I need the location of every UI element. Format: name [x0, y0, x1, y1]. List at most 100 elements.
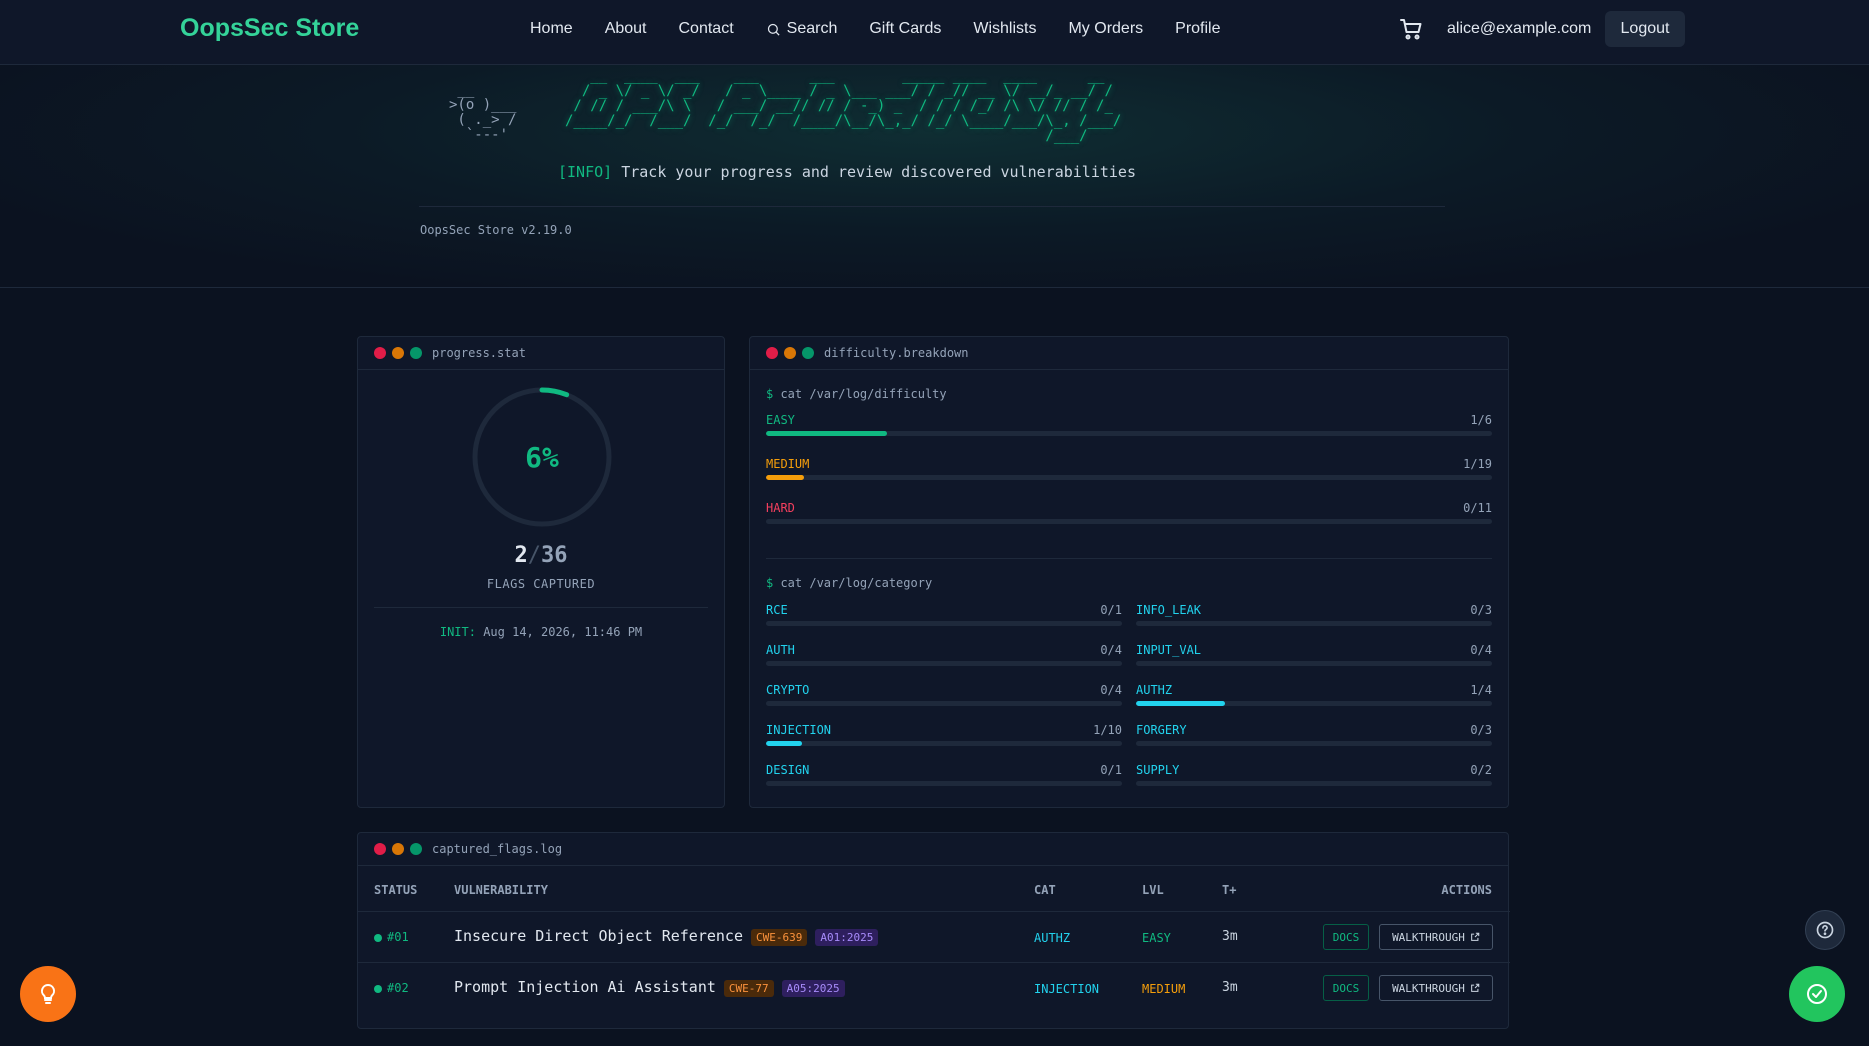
brand-logo[interactable]: OopsSec Store [180, 14, 359, 43]
category-value: 0/4 [1470, 643, 1492, 657]
duck-ascii-art: __ >(o )___ ( ._> / `---' [449, 82, 517, 143]
vulnerability-name[interactable]: Prompt Injection Ai Assistant [454, 978, 716, 996]
panel-header: progress.stat [358, 337, 724, 370]
difficulty-fill [766, 475, 805, 480]
flags-count: 2/36 [358, 543, 724, 568]
nav-search[interactable]: Search [766, 20, 838, 38]
flag-time: 3m [1222, 980, 1238, 995]
ascii-title-art: __ ____ ___ ___ ___ _____ ____ ____ __ /… [565, 68, 1122, 144]
panel-title: progress.stat [432, 346, 526, 360]
panel-header: captured_flags.log [358, 833, 1508, 866]
category-value: 1/10 [1093, 723, 1122, 737]
progress-divider [374, 607, 708, 608]
window-dot-green [410, 843, 422, 855]
category-value: 0/3 [1470, 603, 1492, 617]
lightbulb-icon [40, 983, 56, 1004]
panel-title: captured_flags.log [432, 842, 563, 856]
category-label: AUTH [766, 643, 795, 657]
category-row: AUTHZ 1/4 [1136, 683, 1492, 707]
nav-profile[interactable]: Profile [1175, 20, 1220, 38]
category-fill [1136, 701, 1225, 706]
cmd-difficulty: $ cat /var/log/difficulty [766, 387, 947, 401]
nav-about[interactable]: About [605, 20, 647, 38]
cart-icon[interactable] [1399, 17, 1423, 41]
docs-button[interactable]: DOCS [1323, 924, 1369, 950]
col-status: STATUS [374, 883, 418, 897]
window-dot-yellow [784, 347, 796, 359]
difficulty-value: 0/11 [1463, 501, 1492, 515]
category-row: DESIGN 0/1 [766, 763, 1122, 787]
verify-button[interactable] [1789, 966, 1845, 1022]
flag-level: MEDIUM [1142, 982, 1186, 996]
category-track [766, 781, 1122, 786]
status-dot [374, 984, 382, 993]
window-dot-red [766, 347, 778, 359]
category-track [1136, 661, 1492, 666]
help-button[interactable] [1805, 910, 1845, 950]
window-dot-green [410, 347, 422, 359]
category-label: SUPPLY [1136, 763, 1180, 777]
category-value: 0/4 [1100, 683, 1122, 697]
category-label: INFO_LEAK [1136, 603, 1202, 617]
window-dot-red [374, 347, 386, 359]
category-label: INPUT_VAL [1136, 643, 1202, 657]
category-value: 0/3 [1470, 723, 1492, 737]
nav-search-label: Search [786, 20, 838, 37]
walkthrough-button[interactable]: WALKTHROUGH [1379, 975, 1493, 1001]
flag-time: 3m [1222, 929, 1238, 944]
help-icon [1816, 921, 1834, 939]
category-label: AUTHZ [1136, 683, 1173, 697]
hero-divider [419, 206, 1445, 207]
flag-level: EASY [1142, 931, 1171, 945]
category-value: 0/1 [1100, 763, 1122, 777]
difficulty-label: MEDIUM [766, 457, 810, 471]
flag-status: #01 [374, 930, 409, 944]
nav-wishlists[interactable]: Wishlists [973, 20, 1036, 38]
flags-sep: / [527, 543, 541, 568]
category-value: 0/1 [1100, 603, 1122, 617]
category-track [1136, 621, 1492, 626]
flags-caption: FLAGS CAPTURED [486, 577, 596, 591]
cmd-category-text: cat /var/log/category [773, 576, 933, 590]
init-label: INIT: [439, 625, 476, 639]
panel-title: difficulty.breakdown [824, 346, 969, 360]
category-row: INJECTION 1/10 [766, 723, 1122, 747]
category-track [1136, 741, 1492, 746]
col-vulnerability: VULNERABILITY [454, 883, 548, 897]
nav-my-orders[interactable]: My Orders [1068, 20, 1143, 38]
nav-home[interactable]: Home [530, 20, 573, 38]
cmd-category: $ cat /var/log/category [766, 576, 932, 590]
status-dot [374, 933, 382, 942]
vulnerability-name[interactable]: Insecure Direct Object Reference [454, 927, 743, 945]
init-value: Aug 14, 2026, 11:46 PM [483, 625, 643, 639]
captured-flags-panel: captured_flags.log STATUS VULNERABILITY … [357, 832, 1510, 1029]
table-row: #01 Insecure Direct Object Reference CWE-6… [358, 911, 1510, 963]
check-circle-icon [1807, 984, 1827, 1004]
window-dot-green [802, 347, 814, 359]
top-navbar: OopsSec Store Home About Contact Search … [0, 0, 1869, 65]
difficulty-row: HARD 0/11 [766, 501, 1492, 525]
logout-button[interactable]: Logout [1605, 11, 1685, 47]
walkthrough-button[interactable]: WALKTHROUGH [1379, 924, 1493, 950]
window-dot-red [374, 843, 386, 855]
info-line: [INFO] Track your progress and review di… [558, 163, 1136, 181]
info-tag: [INFO] [558, 163, 613, 181]
progress-panel: progress.stat 6% 2/36 FLAGS CAPTURED INI… [357, 336, 725, 808]
difficulty-value: 1/19 [1463, 457, 1492, 471]
init-timestamp: INIT: Aug 14, 2026, 11:46 PM [358, 625, 724, 639]
nav-gift-cards[interactable]: Gift Cards [869, 20, 941, 38]
hero-banner: __ >(o )___ ( ._> / `---' __ ____ ___ __… [0, 65, 1869, 288]
nav-contact[interactable]: Contact [679, 20, 734, 38]
difficulty-panel: difficulty.breakdown $ cat /var/log/diff… [749, 336, 1509, 808]
category-row: SUPPLY 0/2 [1136, 763, 1492, 787]
category-row: CRYPTO 0/4 [766, 683, 1122, 707]
difficulty-label: HARD [766, 501, 795, 515]
hint-button[interactable] [20, 966, 76, 1022]
category-row: AUTH 0/4 [766, 643, 1122, 667]
difficulty-fill [766, 431, 888, 436]
cwe-badge: CWE-77 [723, 980, 774, 997]
category-fill [766, 741, 802, 746]
progress-percent: 6% [525, 440, 559, 474]
difficulty-track [766, 519, 1492, 524]
docs-button[interactable]: DOCS [1323, 975, 1369, 1001]
